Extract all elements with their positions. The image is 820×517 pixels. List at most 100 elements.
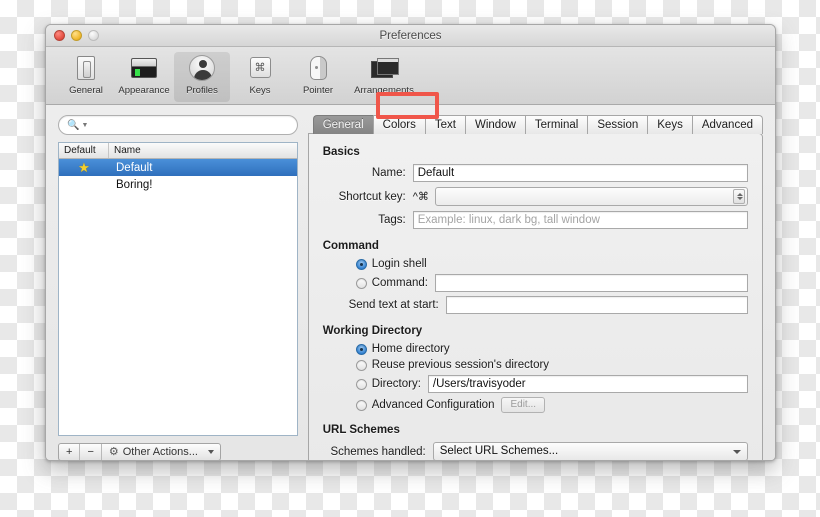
list-action-segment: + − ⚙ Other Actions... [58,443,221,460]
profiles-list-header: Default Name [59,143,297,159]
name-field[interactable]: Default [412,164,748,182]
window-body: 🔍 ▼ Default Name ★ Default Boring! + − ⚙… [46,105,775,460]
advanced-configuration-radio[interactable] [355,399,367,411]
send-text-row: Send text at start: [323,296,748,314]
arrangements-icon [370,54,399,82]
edit-button[interactable]: Edit... [501,397,546,413]
search-field[interactable]: 🔍 ▼ [58,115,298,135]
basics-section-title: Basics [322,146,360,158]
schemes-handled-popup[interactable]: Select URL Schemes... [432,442,748,460]
login-shell-label: Login shell [371,258,427,270]
toolbar-label-arrangements: Arrangements [354,85,414,96]
command-field[interactable] [434,274,748,292]
shortcut-key-label: Shortcut key: [338,190,406,203]
minimize-button[interactable] [71,30,82,41]
shortcut-key-combo[interactable] [434,187,748,206]
column-header-name[interactable]: Name [109,143,297,158]
toolbar-label-pointer: Pointer [302,85,334,96]
list-item-label: Default [116,161,153,174]
gear-icon: ⚙ [108,446,119,458]
profiles-sidebar: 🔍 ▼ Default Name ★ Default Boring! + − ⚙… [58,115,298,460]
schemes-handled-row: Schemes handled: Select URL Schemes... [323,442,748,460]
home-directory-row[interactable]: Home directory [323,343,748,355]
chevron-down-icon [733,450,741,454]
remove-profile-button[interactable]: − [80,444,102,460]
tags-field[interactable]: Example: linux, dark bg, tall window [412,211,748,229]
tab-advanced[interactable]: Advanced [691,115,763,134]
tab-general[interactable]: General [312,115,373,134]
add-profile-button[interactable]: + [59,444,81,460]
schemes-handled-label: Schemes handled: [330,445,426,458]
directory-row: Directory: /Users/travisyoder [323,375,748,393]
tab-terminal[interactable]: Terminal [524,115,588,134]
list-item[interactable]: ★ Default [59,159,297,176]
chevron-down-icon [207,450,214,454]
tab-text[interactable]: Text [424,115,465,134]
toolbar-item-keys[interactable]: ⌘ Keys [232,52,288,102]
chevron-down-icon: ▼ [81,121,89,129]
home-directory-label: Home directory [371,343,450,355]
default-star-icon[interactable]: ★ [59,159,109,177]
login-shell-radio[interactable] [355,258,367,270]
search-input[interactable] [91,118,289,132]
window-title: Preferences [379,30,442,42]
profiles-list-toolbar: + − ⚙ Other Actions... [58,443,298,460]
advanced-configuration-row: Advanced Configuration Edit... [323,397,748,413]
general-icon [72,54,100,82]
tab-session[interactable]: Session [587,115,648,134]
name-label: Name: [371,167,406,179]
directory-field[interactable]: /Users/travisyoder [427,375,748,393]
reuse-directory-row[interactable]: Reuse previous session's directory [323,359,748,371]
profiles-list: Default Name ★ Default Boring! [58,142,298,436]
keys-icon: ⌘ [246,54,274,82]
traffic-lights [54,30,99,41]
other-actions-button[interactable]: ⚙ Other Actions... [102,444,220,460]
send-text-field[interactable] [445,296,748,314]
home-directory-radio[interactable] [355,343,367,355]
general-tab-panel: Basics Name: Default Shortcut key: ^⌘ Ta… [307,133,763,460]
search-icon: 🔍 [67,119,80,131]
toolbar-item-general[interactable]: General [58,52,114,102]
command-radio[interactable] [355,277,367,289]
toolbar-item-profiles[interactable]: Profiles [174,52,230,102]
command-section-title: Command [322,240,379,252]
command-label: Command: [371,277,428,289]
url-schemes-section-title: URL Schemes [322,424,400,436]
zoom-button[interactable] [88,30,99,41]
advanced-configuration-label: Advanced Configuration [371,399,495,411]
directory-label: Directory: [371,378,421,390]
login-shell-row[interactable]: Login shell [323,258,748,270]
list-item[interactable]: Boring! [59,176,297,193]
profile-tab-bar: General Colors Text Window Terminal Sess… [308,115,763,134]
pointer-icon [304,54,332,82]
column-header-default[interactable]: Default [59,143,109,158]
directory-radio[interactable] [355,378,367,390]
toolbar-label-profiles: Profiles [186,85,218,96]
profiles-icon [188,54,216,82]
toolbar-item-appearance[interactable]: Appearance [116,52,172,102]
working-directory-section-title: Working Directory [322,325,423,337]
shortcut-row: Shortcut key: ^⌘ [323,187,748,206]
toolbar-label-keys: Keys [249,85,271,96]
name-row: Name: Default [323,164,748,182]
send-text-label: Send text at start: [348,299,439,311]
tab-window[interactable]: Window [464,115,525,134]
stepper-icon[interactable] [733,189,745,204]
list-item-label: Boring! [116,178,153,191]
toolbar-label-appearance: Appearance [118,85,170,96]
profiles-list-rows: ★ Default Boring! [59,159,297,435]
window-titlebar: Preferences [46,25,775,47]
reuse-directory-radio[interactable] [355,359,367,371]
toolbar-item-arrangements[interactable]: Arrangements [348,52,420,102]
tags-row: Tags: Example: linux, dark bg, tall wind… [323,211,748,229]
shortcut-modifiers: ^⌘ [412,191,429,203]
close-button[interactable] [54,30,65,41]
command-row: Command: [323,274,748,292]
toolbar-item-pointer[interactable]: Pointer [290,52,346,102]
tab-colors[interactable]: Colors [372,115,425,134]
reuse-directory-label: Reuse previous session's directory [371,359,550,371]
profile-detail-pane: General Colors Text Window Terminal Sess… [307,115,763,460]
preferences-toolbar: General Appearance Profiles ⌘ Keys Point… [46,47,775,105]
tab-keys[interactable]: Keys [647,115,692,134]
other-actions-label: Other Actions... [122,446,198,458]
